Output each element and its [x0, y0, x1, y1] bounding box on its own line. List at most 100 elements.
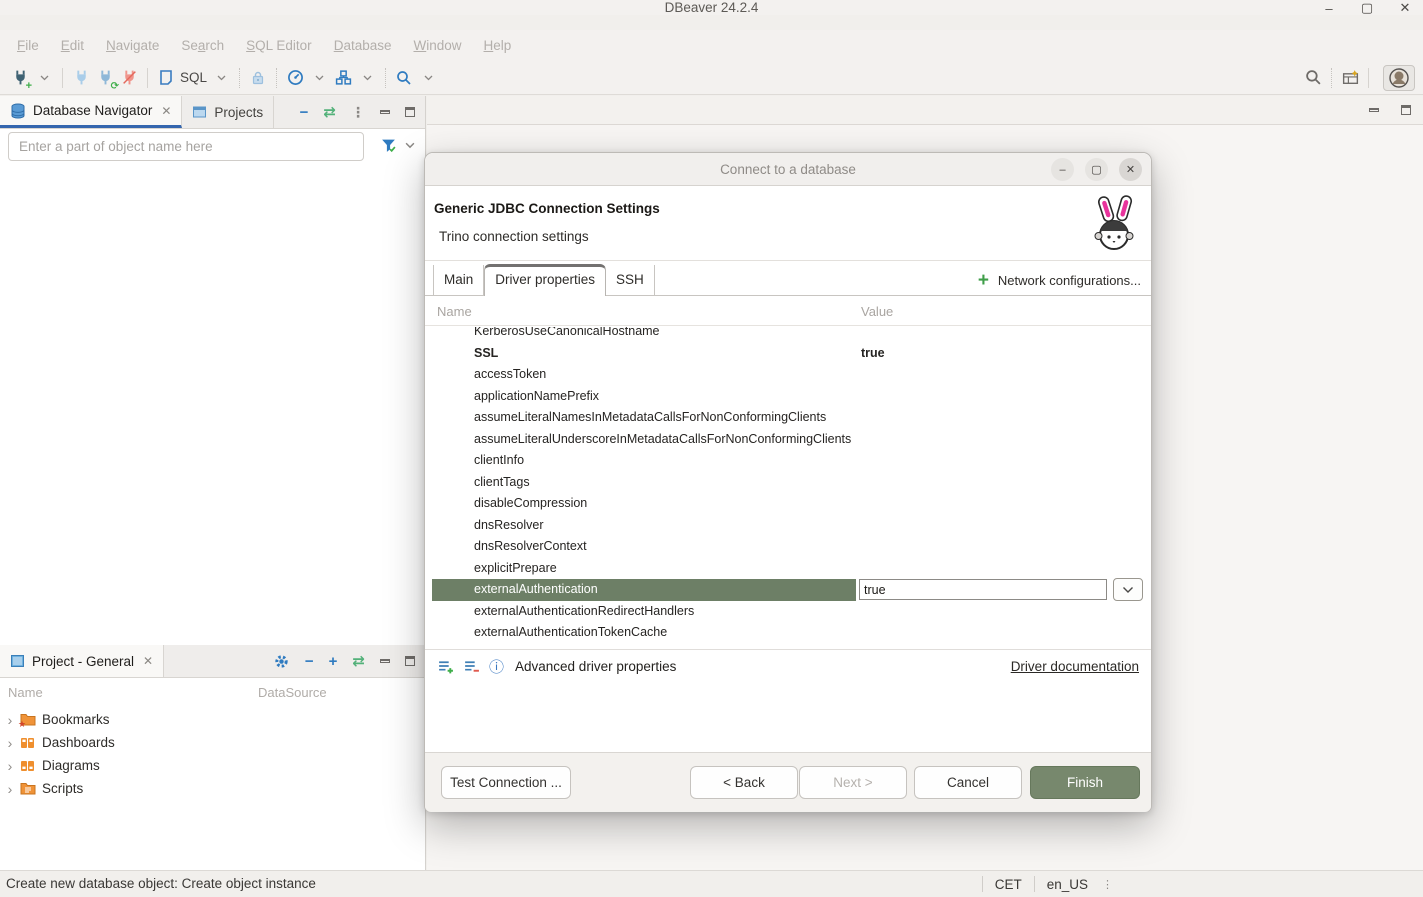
property-row[interactable]: clientTags — [426, 472, 1150, 494]
configure-gear-icon[interactable] — [273, 653, 290, 670]
filter-funnel-icon[interactable] — [380, 137, 397, 154]
menu-search[interactable]: Search — [170, 38, 235, 53]
window-maximize-button[interactable]: ▢ — [1359, 0, 1375, 16]
filter-dropdown-icon[interactable] — [405, 142, 415, 149]
menu-file[interactable]: File — [6, 38, 50, 53]
tab-main[interactable]: Main — [433, 265, 484, 295]
menu-window[interactable]: Window — [402, 38, 472, 53]
test-connection-button[interactable]: Test Connection ... — [441, 766, 571, 799]
new-connection-icon[interactable]: + — [8, 66, 32, 90]
menu-database[interactable]: Database — [323, 38, 403, 53]
maximize-view-icon[interactable] — [405, 107, 415, 117]
new-connection-dropdown[interactable] — [32, 66, 56, 90]
menu-sql-editor[interactable]: SQL Editor — [235, 38, 323, 53]
sql-label[interactable]: SQL — [180, 70, 207, 85]
window-title: DBeaver 24.2.4 — [665, 0, 759, 15]
expand-all-icon[interactable]: + — [329, 654, 338, 669]
expand-chevron-icon[interactable]: › — [5, 781, 15, 797]
back-button[interactable]: < Back — [690, 766, 798, 799]
tree-item-bookmarks[interactable]: › ★ Bookmarks — [0, 708, 425, 731]
tab-projects[interactable]: Projects — [182, 96, 274, 128]
tab-ssh[interactable]: SSH — [606, 265, 655, 295]
property-row[interactable]: accessToken — [426, 364, 1150, 386]
object-filter-input[interactable] — [8, 132, 364, 161]
property-row[interactable]: clientInfo — [426, 450, 1150, 472]
expand-chevron-icon[interactable]: › — [5, 712, 15, 728]
property-row[interactable]: externalAuthenticationTokenCache — [426, 622, 1150, 644]
sql-editor-icon[interactable] — [154, 66, 178, 90]
dashboards-icon — [20, 737, 35, 749]
dialog-header-subtitle: Trino connection settings — [439, 229, 589, 244]
timezone-indicator[interactable]: CET — [983, 877, 1034, 892]
property-row-selected[interactable]: externalAuthentication — [426, 579, 1150, 601]
quick-search-icon[interactable] — [1301, 66, 1325, 90]
driver-manager-icon[interactable] — [331, 66, 355, 90]
property-row[interactable]: assumeLiteralNamesInMetadataCallsForNonC… — [426, 407, 1150, 429]
link-with-editor-icon[interactable]: ⇄ — [352, 654, 365, 669]
column-value[interactable]: Value — [861, 304, 893, 319]
collapse-all-icon[interactable]: − — [305, 654, 314, 669]
property-row[interactable]: extraCredentials — [426, 644, 1150, 649]
search-dropdown[interactable] — [416, 66, 440, 90]
property-row[interactable]: disableCompression — [426, 493, 1150, 515]
network-configurations-button[interactable]: + Network configurations... — [978, 273, 1141, 295]
value-dropdown-button[interactable] — [1113, 578, 1143, 601]
editor-tab-strip — [427, 96, 1423, 125]
tab-close-icon[interactable]: ✕ — [161, 104, 171, 118]
connect-icon[interactable] — [69, 66, 93, 90]
disconnect-icon[interactable] — [117, 66, 141, 90]
column-name[interactable]: Name — [0, 685, 43, 700]
finish-button[interactable]: Finish — [1030, 766, 1140, 799]
column-datasource[interactable]: DataSource — [258, 685, 327, 700]
link-with-editor-icon[interactable]: ⇄ — [323, 105, 336, 120]
property-row[interactable]: assumeLiteralUnderscoreInMetadataCallsFo… — [426, 429, 1150, 451]
open-perspective-icon[interactable] — [1338, 66, 1362, 90]
dialog-maximize-button[interactable]: ▢ — [1085, 158, 1108, 181]
tab-close-icon[interactable]: ✕ — [143, 654, 153, 668]
property-row[interactable]: explicitPrepare — [426, 558, 1150, 580]
menu-navigate[interactable]: Navigate — [95, 38, 170, 53]
expand-chevron-icon[interactable]: › — [5, 735, 15, 751]
tab-driver-properties[interactable]: Driver properties — [484, 264, 606, 296]
minimize-editor-icon[interactable] — [1369, 108, 1379, 112]
tree-item-diagrams[interactable]: › Diagrams — [0, 754, 425, 777]
tree-item-dashboards[interactable]: › Dashboards — [0, 731, 425, 754]
cancel-button[interactable]: Cancel — [914, 766, 1022, 799]
property-value-input[interactable] — [859, 579, 1107, 600]
view-menu-icon[interactable]: ⋮ — [351, 105, 365, 119]
dialog-titlebar[interactable]: Connect to a database – ▢ ✕ — [425, 153, 1151, 186]
window-minimize-button[interactable]: – — [1321, 1, 1337, 16]
dashboard-dropdown[interactable] — [307, 66, 331, 90]
driver-documentation-link[interactable]: Driver documentation — [1011, 659, 1139, 674]
dialog-minimize-button[interactable]: – — [1051, 158, 1074, 181]
property-row[interactable]: applicationNamePrefix — [426, 386, 1150, 408]
dashboard-icon[interactable] — [283, 66, 307, 90]
property-row[interactable]: dnsResolver — [426, 515, 1150, 537]
search-icon[interactable] — [392, 66, 416, 90]
add-property-icon[interactable] — [437, 658, 454, 675]
remove-property-icon[interactable] — [463, 658, 480, 675]
account-avatar-button[interactable] — [1383, 65, 1415, 91]
tab-project-general[interactable]: Project - General ✕ — [0, 645, 164, 677]
sql-editor-dropdown[interactable] — [209, 66, 233, 90]
property-row[interactable]: KerberosUseCanonicalHostname — [426, 327, 1150, 343]
tab-database-navigator[interactable]: Database Navigator ✕ — [0, 96, 182, 128]
property-row[interactable]: externalAuthenticationRedirectHandlers — [426, 601, 1150, 623]
column-name[interactable]: Name — [437, 304, 472, 319]
locale-indicator[interactable]: en_US — [1035, 877, 1100, 892]
collapse-all-icon[interactable]: − — [300, 105, 309, 120]
minimize-view-icon[interactable] — [380, 659, 390, 663]
tree-item-scripts[interactable]: › Scripts — [0, 777, 425, 800]
dialog-close-button[interactable]: ✕ — [1119, 158, 1142, 181]
window-close-button[interactable]: ✕ — [1397, 0, 1413, 16]
maximize-view-icon[interactable] — [405, 656, 415, 666]
driver-manager-dropdown[interactable] — [355, 66, 379, 90]
reconnect-icon[interactable]: ⟳ — [93, 66, 117, 90]
expand-chevron-icon[interactable]: › — [5, 758, 15, 774]
property-row[interactable]: dnsResolverContext — [426, 536, 1150, 558]
minimize-view-icon[interactable] — [380, 110, 390, 114]
menu-edit[interactable]: Edit — [50, 38, 95, 53]
menu-help[interactable]: Help — [473, 38, 523, 53]
property-row[interactable]: SSLtrue — [426, 343, 1150, 365]
maximize-editor-icon[interactable] — [1401, 105, 1411, 115]
